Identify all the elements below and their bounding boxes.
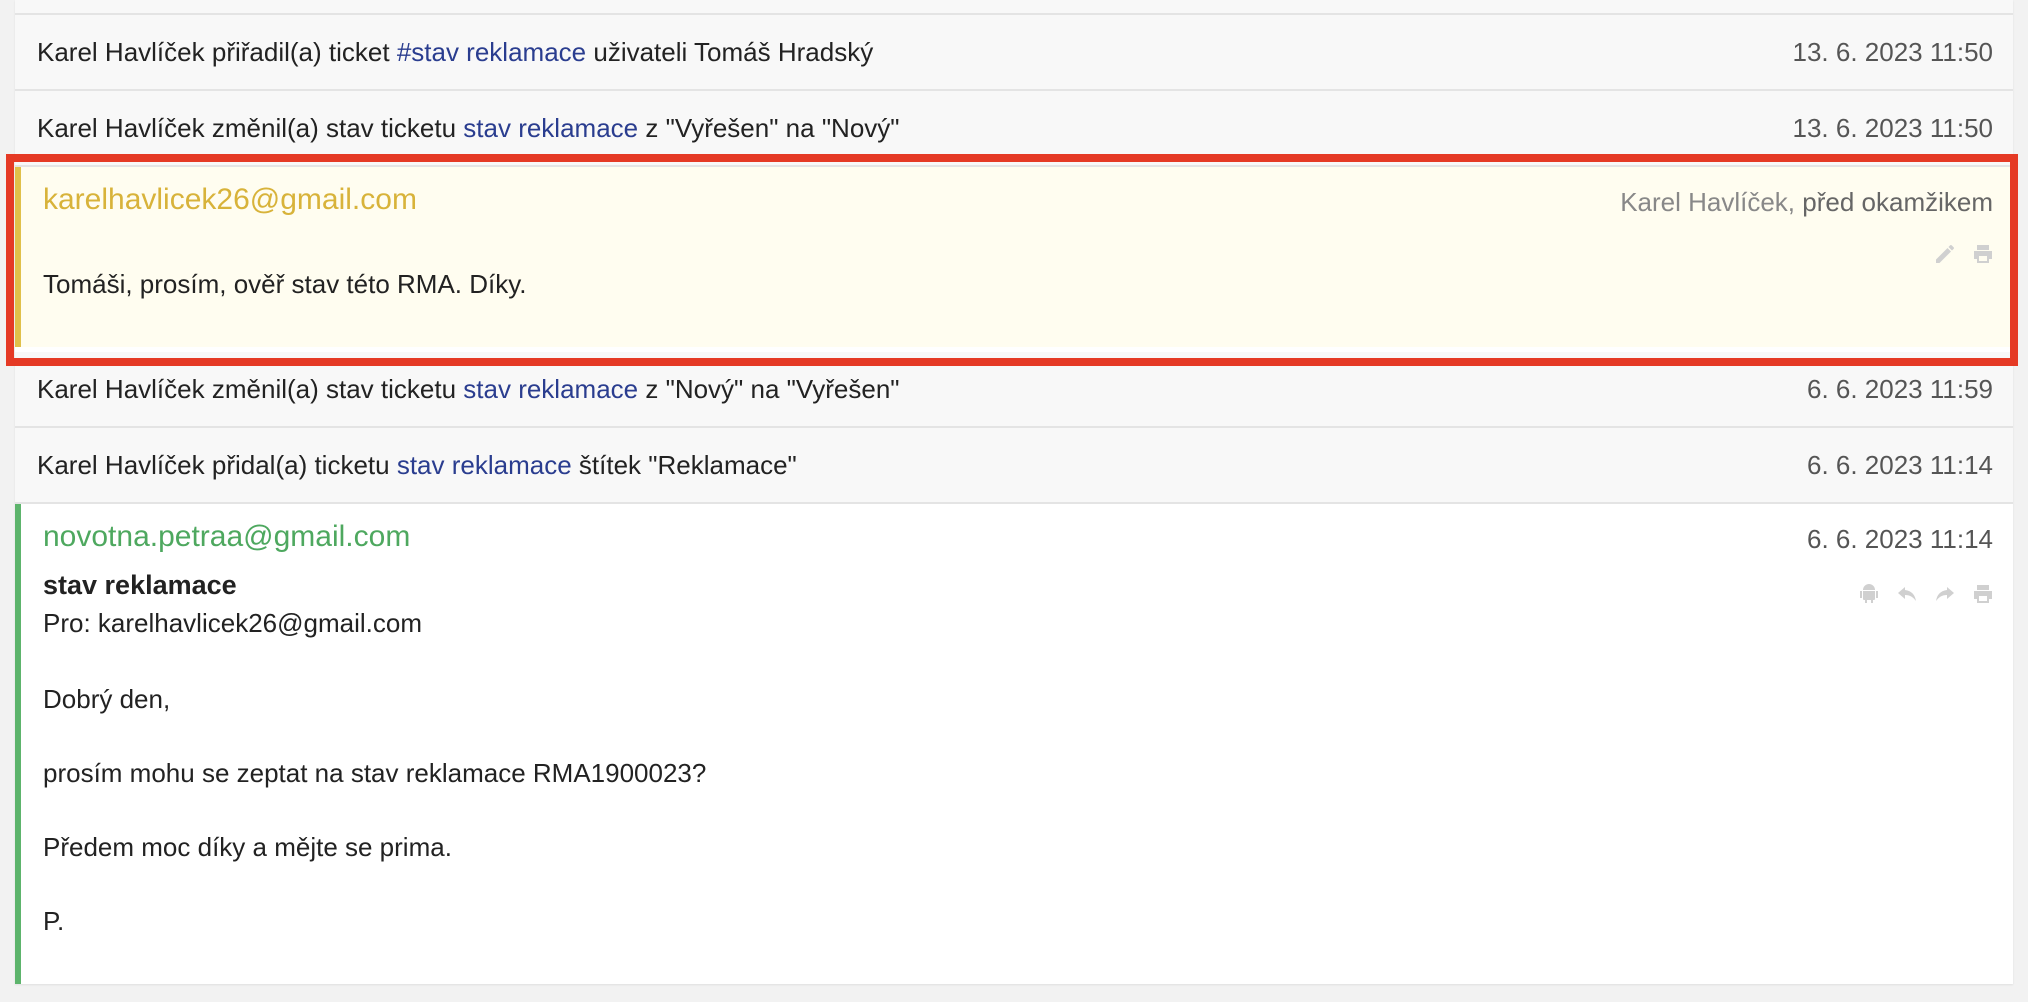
event-text: Karel Havlíček změnil(a) stav ticketu st… xyxy=(37,113,900,143)
ticket-link[interactable]: stav reklamace xyxy=(397,450,572,480)
print-icon[interactable] xyxy=(1971,242,1995,266)
incoming-email: novotna.petraa@gmail.com 6. 6. 2023 11:1… xyxy=(15,504,2013,984)
event-timestamp: 13. 6. 2023 11:50 xyxy=(1792,113,1993,143)
event-timestamp: 13. 6. 2023 11:50 xyxy=(1792,37,1993,67)
email-paragraph: prosím mohu se zeptat na stav reklamace … xyxy=(43,758,707,788)
email-actions xyxy=(1857,582,1995,606)
timeline-top-divider xyxy=(15,0,2013,15)
email-subject: stav reklamace xyxy=(43,570,237,600)
pencil-icon[interactable] xyxy=(1933,242,1957,266)
note-actions xyxy=(1933,242,1995,266)
ticket-timeline: Karel Havlíček přiřadil(a) ticket #stav … xyxy=(15,0,2013,984)
forward-icon[interactable] xyxy=(1933,582,1957,606)
email-paragraph: Předem moc díky a mějte se prima. xyxy=(43,832,452,862)
timeline-event-tag-added: Karel Havlíček přidal(a) ticketu stav re… xyxy=(15,428,2013,504)
event-text: Karel Havlíček přiřadil(a) ticket #stav … xyxy=(37,37,874,67)
event-text: Karel Havlíček změnil(a) stav ticketu st… xyxy=(37,374,900,404)
event-timestamp: 6. 6. 2023 11:59 xyxy=(1806,374,1993,404)
android-icon[interactable] xyxy=(1857,582,1881,606)
ticket-link[interactable]: stav reklamace xyxy=(463,113,638,143)
timeline-event-assign: Karel Havlíček přiřadil(a) ticket #stav … xyxy=(15,15,2013,91)
email-recipient: Pro: karelhavlicek26@gmail.com xyxy=(43,608,422,638)
event-text: Karel Havlíček přidal(a) ticketu stav re… xyxy=(37,450,797,480)
ticket-link[interactable]: #stav reklamace xyxy=(397,37,586,67)
print-icon[interactable] xyxy=(1971,582,1995,606)
email-paragraph: Dobrý den, xyxy=(43,684,171,714)
note-body: Tomáši, prosím, ověř stav této RMA. Díky… xyxy=(43,269,527,299)
email-timestamp: 6. 6. 2023 11:14 xyxy=(1806,524,1993,554)
timeline-event-status-change: Karel Havlíček změnil(a) stav ticketu st… xyxy=(15,352,2013,428)
note-time: před okamžikem xyxy=(1802,187,1993,217)
email-paragraph: P. xyxy=(43,906,65,936)
email-sender[interactable]: novotna.petraa@gmail.com xyxy=(43,520,410,554)
note-sender-email[interactable]: karelhavlicek26@gmail.com xyxy=(43,183,417,217)
internal-note: karelhavlicek26@gmail.com Karel Havlíček… xyxy=(15,167,2013,347)
event-timestamp: 6. 6. 2023 11:14 xyxy=(1806,450,1993,480)
reply-icon[interactable] xyxy=(1895,582,1919,606)
ticket-link[interactable]: stav reklamace xyxy=(463,374,638,404)
note-meta: Karel Havlíček, před okamžikem xyxy=(1620,187,1993,218)
timeline-event-status-change: Karel Havlíček změnil(a) stav ticketu st… xyxy=(15,91,2013,167)
note-author: Karel Havlíček, xyxy=(1620,187,1796,217)
